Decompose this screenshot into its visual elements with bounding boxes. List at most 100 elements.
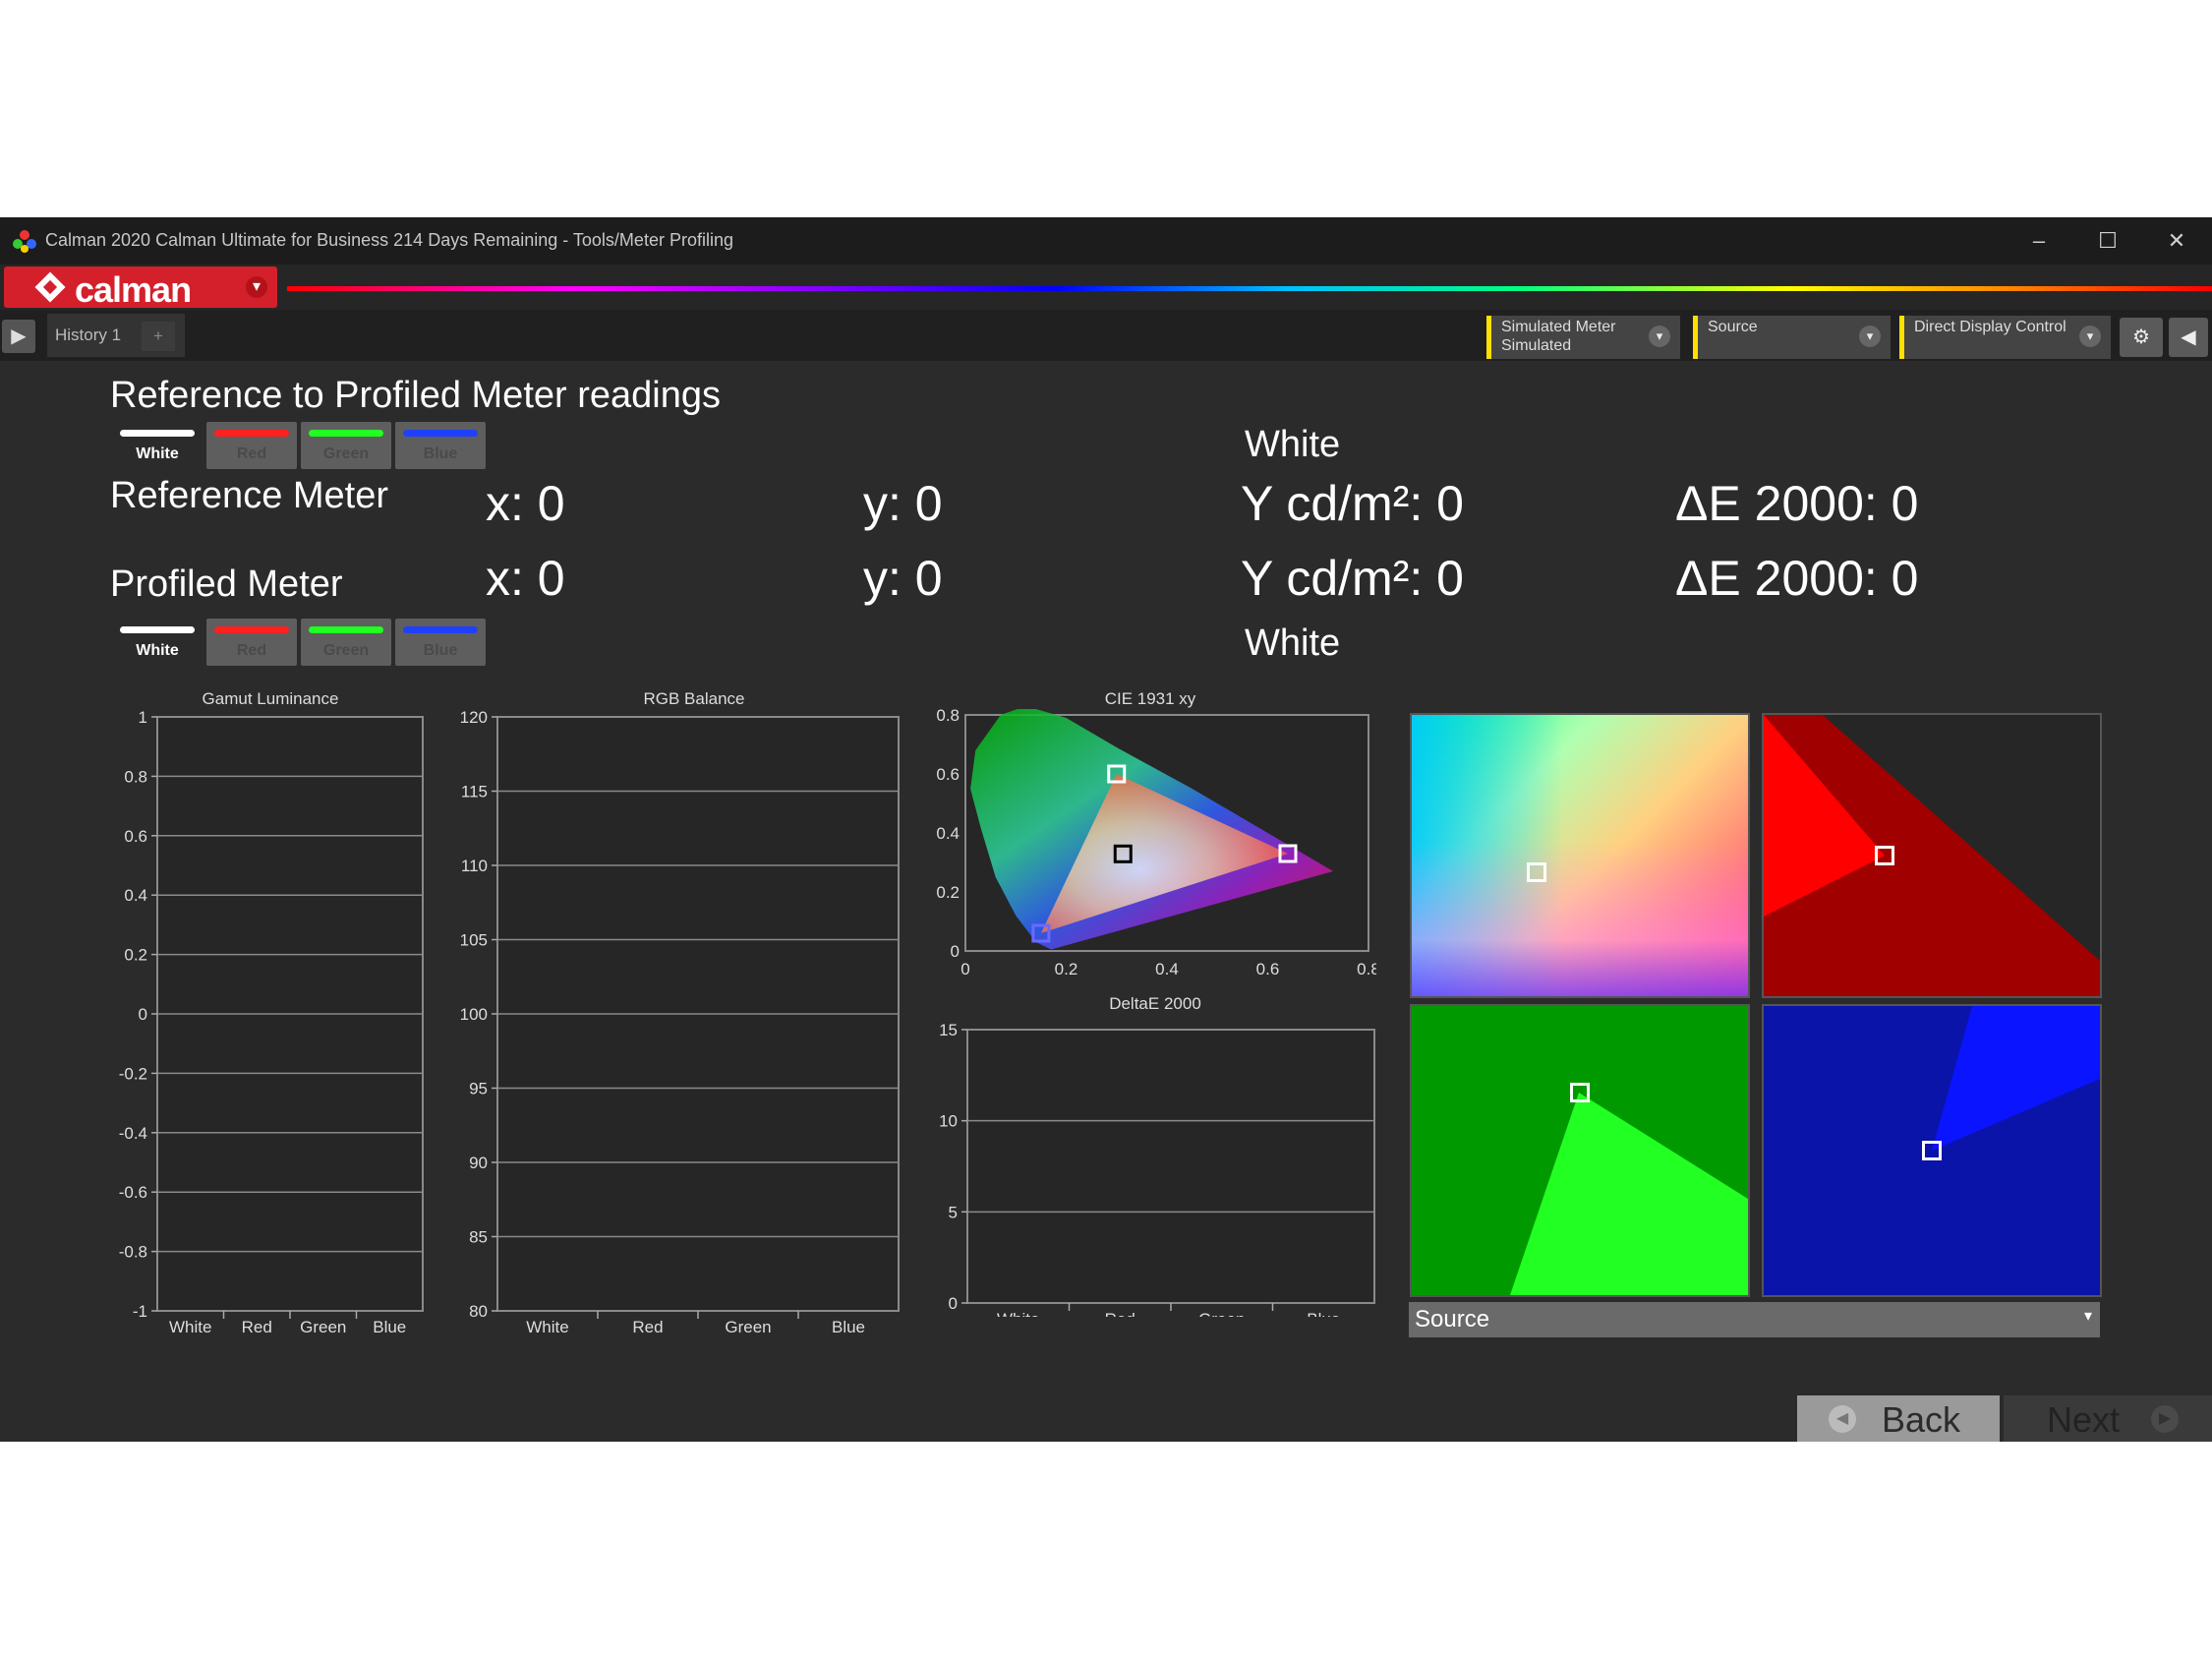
patch-button-green[interactable]: Green xyxy=(301,619,391,666)
green-point-marker xyxy=(1570,1083,1590,1103)
back-arrow-icon: ◀ xyxy=(1829,1405,1856,1433)
x-tick-label: Red xyxy=(242,1318,272,1336)
plot-area xyxy=(966,1029,1375,1304)
add-tab-button[interactable]: + xyxy=(142,322,175,351)
x-tick-label: Red xyxy=(632,1318,663,1336)
next-label: Next xyxy=(2047,1399,2121,1440)
y-tick-label: 95 xyxy=(469,1080,488,1098)
reference-y-value: y: 0 xyxy=(863,476,943,531)
patch-label: White xyxy=(136,445,179,462)
patch-button-white[interactable]: White xyxy=(112,619,203,666)
patch-label: White xyxy=(136,642,179,659)
y-tick-label: 0.4 xyxy=(936,824,960,843)
spectrum-strip xyxy=(287,286,2212,291)
y-tick-label: -0.8 xyxy=(119,1243,147,1262)
patch-label: Green xyxy=(322,642,370,659)
profiled-delta-e-value: ΔE 2000: 0 xyxy=(1675,551,1919,606)
x-tick-label: 0.4 xyxy=(1155,960,1179,978)
blue-point-marker xyxy=(1922,1141,1942,1160)
meter-dropdown-line2: Simulated xyxy=(1501,337,1572,354)
title-bar: Calman 2020 Calman Ultimate for Business… xyxy=(0,217,2212,265)
next-button[interactable]: Next ▶ xyxy=(2004,1395,2212,1442)
y-tick-label: 80 xyxy=(469,1302,488,1321)
gamut-luminance-chart: 1 0.8 0.6 0.4 0.2 0 -0.2 -0.4 -0.6 -0.8 -1 White Red… xyxy=(119,709,424,1336)
chevron-down-icon: ▾ xyxy=(2083,1308,2092,1325)
source-select-value: Source xyxy=(1415,1306,1490,1333)
collapse-panel-button[interactable]: ◀ xyxy=(2169,318,2208,357)
y-tick-label: 0.2 xyxy=(936,883,960,902)
patch-label: Red xyxy=(236,445,267,462)
tab-history-1[interactable]: History 1 + xyxy=(47,314,185,357)
profiled-patch-name: White xyxy=(1245,622,1341,664)
patch-color-bar xyxy=(403,430,478,437)
profiled-y-value: y: 0 xyxy=(863,551,943,606)
red-color-panel xyxy=(1762,713,2102,998)
x-tick-label: Green xyxy=(300,1318,346,1336)
y-tick-label: 1 xyxy=(139,709,147,727)
y-tick-label: 15 xyxy=(939,1021,958,1039)
reference-meter-label: Reference Meter xyxy=(110,475,389,516)
patch-color-bar xyxy=(309,430,383,437)
meter-dropdown[interactable]: Simulated Meter Simulated ▾ xyxy=(1486,316,1680,359)
toolbar: ▶ History 1 + Simulated Meter Simulated … xyxy=(0,310,2212,361)
play-button[interactable]: ▶ xyxy=(2,320,35,353)
x-tick-label: Blue xyxy=(373,1318,406,1336)
y-tick-label: 0.6 xyxy=(124,827,147,846)
next-arrow-icon: ▶ xyxy=(2151,1405,2179,1433)
y-tick-label: -0.4 xyxy=(119,1124,147,1143)
brand-name: calman xyxy=(75,269,192,310)
patch-button-red[interactable]: Red xyxy=(206,422,297,469)
y-tick-label: 105 xyxy=(460,931,488,950)
x-tick-label: Green xyxy=(725,1318,771,1336)
patch-label: Green xyxy=(322,445,370,462)
y-tick-label: 5 xyxy=(949,1203,958,1221)
patch-color-bar xyxy=(120,430,195,437)
gear-icon[interactable]: ⚙ xyxy=(2120,318,2163,357)
display-control-dropdown[interactable]: Direct Display Control ▾ xyxy=(1899,316,2111,359)
back-label: Back xyxy=(1882,1399,1961,1440)
patch-button-blue[interactable]: Blue xyxy=(395,619,486,666)
source-dropdown[interactable]: Source ▾ xyxy=(1693,316,1891,359)
patch-button-blue[interactable]: Blue xyxy=(395,422,486,469)
close-button[interactable]: ✕ xyxy=(2157,225,2196,257)
maximize-button[interactable]: ☐ xyxy=(2088,225,2127,257)
x-tick-label: 0 xyxy=(960,960,969,978)
back-button[interactable]: ◀ Back xyxy=(1797,1395,2000,1442)
patch-color-bar xyxy=(403,626,478,633)
page-title: Reference to Profiled Meter readings xyxy=(110,375,721,416)
calman-logo-icon xyxy=(34,271,66,303)
y-tick-label: 100 xyxy=(460,1005,488,1024)
patch-color-bar xyxy=(309,626,383,633)
x-tick-label: 0.6 xyxy=(1256,960,1280,978)
x-tick-label: 0.2 xyxy=(1055,960,1078,978)
y-tick-label: -1 xyxy=(133,1302,147,1321)
profiled-x-value: x: 0 xyxy=(486,551,565,606)
delta-e-chart: 15 10 5 0 White Red Green Blue xyxy=(939,1021,1375,1317)
x-tick-label: White xyxy=(997,1310,1039,1317)
chevron-down-icon: ▾ xyxy=(2079,326,2101,347)
y-tick-label: 120 xyxy=(460,709,488,727)
window-title: Calman 2020 Calman Ultimate for Business… xyxy=(45,230,733,250)
delta-e-title: DeltaE 2000 xyxy=(1109,994,1201,1013)
calman-menu-button[interactable]: calman ▾ xyxy=(4,267,277,310)
patch-button-green[interactable]: Green xyxy=(301,422,391,469)
reference-delta-e-value: ΔE 2000: 0 xyxy=(1675,476,1919,531)
patch-color-bar xyxy=(214,626,289,633)
y-tick-label: 10 xyxy=(939,1112,958,1131)
y-tick-label: 110 xyxy=(461,857,488,875)
y-tick-label: 0 xyxy=(139,1005,147,1024)
x-tick-label: White xyxy=(169,1318,211,1336)
x-tick-label: Green xyxy=(1198,1310,1245,1317)
patch-button-white[interactable]: White xyxy=(112,422,203,469)
reference-luminance-value: Y cd/m²: 0 xyxy=(1241,476,1464,531)
tab-label: History 1 xyxy=(55,326,122,344)
chevron-down-icon: ▾ xyxy=(1649,326,1670,347)
source-select[interactable]: Source ▾ xyxy=(1409,1302,2100,1337)
y-tick-label: 0.6 xyxy=(936,765,960,784)
patch-label: Blue xyxy=(423,642,458,659)
patch-button-red[interactable]: Red xyxy=(206,619,297,666)
reference-patch-name: White xyxy=(1245,424,1341,465)
minimize-button[interactable]: – xyxy=(2019,225,2059,257)
y-tick-label: -0.6 xyxy=(119,1183,147,1202)
patch-color-bar xyxy=(120,626,195,633)
